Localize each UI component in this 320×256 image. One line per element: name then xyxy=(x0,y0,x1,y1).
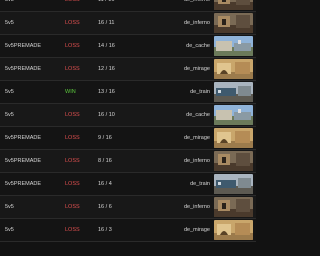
game-mode: 5v5PREMADE xyxy=(5,158,42,164)
map-name: de_inferno xyxy=(184,158,210,164)
match-row[interactable]: 5v5PREMADE LOSS 16 / 4 de_train xyxy=(0,173,256,196)
match-score: 11 / 16 xyxy=(98,0,115,3)
map-name: de_train xyxy=(190,181,210,187)
match-result: LOSS xyxy=(65,43,80,49)
match-history-list: 5v5 LOSS 11 / 16 de_inferno 5v5 LOSS 16 … xyxy=(0,0,256,256)
match-result: LOSS xyxy=(65,181,80,187)
game-mode: 5v5 xyxy=(5,0,14,3)
map-name: de_train xyxy=(190,89,210,95)
map-mirage-thumbnail xyxy=(214,128,253,148)
map-inferno-thumbnail xyxy=(214,13,253,33)
match-result: LOSS xyxy=(65,112,80,118)
match-result: LOSS xyxy=(65,66,80,72)
map-mirage-thumbnail xyxy=(214,59,253,79)
map-inferno-thumbnail xyxy=(214,0,253,10)
game-mode: 5v5 xyxy=(5,20,14,26)
match-result: LOSS xyxy=(65,227,80,233)
match-score: 16 / 6 xyxy=(98,204,112,210)
match-result: LOSS xyxy=(65,135,80,141)
game-mode: 5v5PREMADE xyxy=(5,66,42,72)
map-name: de_mirage xyxy=(184,135,210,141)
match-row[interactable]: 5v5 LOSS 16 / 3 de_mirage xyxy=(0,219,256,242)
map-train-thumbnail xyxy=(214,82,253,102)
match-row[interactable]: 5v5 LOSS 16 / 6 de_inferno xyxy=(0,196,256,219)
match-rows: 5v5 LOSS 11 / 16 de_inferno 5v5 LOSS 16 … xyxy=(0,0,256,242)
match-row[interactable]: 5v5 LOSS 16 / 11 de_inferno xyxy=(0,12,256,35)
match-score: 16 / 11 xyxy=(98,20,115,26)
game-mode: 5v5PREMADE xyxy=(5,135,42,141)
match-score: 16 / 10 xyxy=(98,112,115,118)
match-result: LOSS xyxy=(65,204,80,210)
map-train-thumbnail xyxy=(214,174,253,194)
match-score: 16 / 3 xyxy=(98,227,112,233)
game-mode: 5v5 xyxy=(5,204,14,210)
match-result: LOSS xyxy=(65,158,80,164)
match-row[interactable]: 5v5 WIN 13 / 16 de_train xyxy=(0,81,256,104)
match-score: 9 / 16 xyxy=(98,135,112,141)
map-name: de_inferno xyxy=(184,0,210,3)
game-mode: 5v5 xyxy=(5,112,14,118)
map-inferno-thumbnail xyxy=(214,197,253,217)
match-result: WIN xyxy=(65,89,76,95)
match-row[interactable]: 5v5PREMADE LOSS 12 / 16 de_mirage xyxy=(0,58,256,81)
map-inferno-thumbnail xyxy=(214,151,253,171)
game-mode: 5v5PREMADE xyxy=(5,181,42,187)
map-name: de_mirage xyxy=(184,227,210,233)
map-name: de_cache xyxy=(186,112,210,118)
match-result: LOSS xyxy=(65,20,80,26)
match-row[interactable]: 5v5PREMADE LOSS 8 / 16 de_inferno xyxy=(0,150,256,173)
map-name: de_mirage xyxy=(184,66,210,72)
map-cache-thumbnail xyxy=(214,36,253,56)
map-name: de_inferno xyxy=(184,204,210,210)
game-mode: 5v5 xyxy=(5,227,14,233)
match-row[interactable]: 5v5 LOSS 16 / 10 de_cache xyxy=(0,104,256,127)
game-mode: 5v5PREMADE xyxy=(5,43,42,49)
match-row[interactable]: 5v5 LOSS 11 / 16 de_inferno xyxy=(0,0,256,12)
match-score: 14 / 16 xyxy=(98,43,115,49)
map-cache-thumbnail xyxy=(214,105,253,125)
match-score: 16 / 4 xyxy=(98,181,112,187)
map-mirage-thumbnail xyxy=(214,220,253,240)
match-score: 13 / 16 xyxy=(98,89,115,95)
match-score: 12 / 16 xyxy=(98,66,115,72)
match-result: LOSS xyxy=(65,0,80,3)
match-score: 8 / 16 xyxy=(98,158,112,164)
map-name: de_inferno xyxy=(184,20,210,26)
match-row[interactable]: 5v5PREMADE LOSS 14 / 16 de_cache xyxy=(0,35,256,58)
match-row[interactable]: 5v5PREMADE LOSS 9 / 16 de_mirage xyxy=(0,127,256,150)
game-mode: 5v5 xyxy=(5,89,14,95)
map-name: de_cache xyxy=(186,43,210,49)
